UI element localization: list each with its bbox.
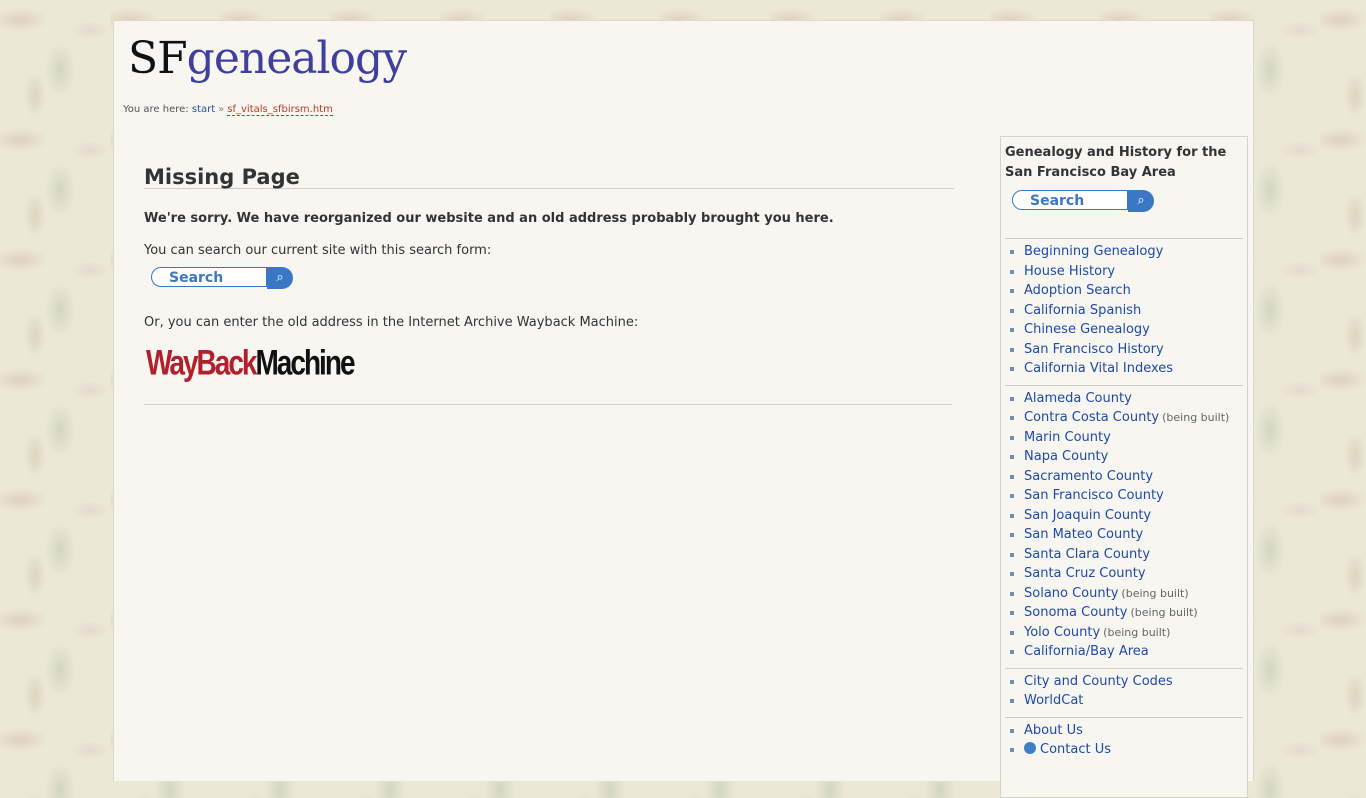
- sidebar-link[interactable]: Beginning Genealogy: [1024, 244, 1163, 259]
- sidebar-link[interactable]: California Vital Indexes: [1024, 361, 1173, 376]
- sidebar-search-button[interactable]: ⌕: [1128, 190, 1154, 212]
- sidebar-link[interactable]: Chinese Genealogy: [1024, 322, 1150, 337]
- sidebar-item: Sonoma County (being built): [1005, 603, 1243, 623]
- magnifier-icon: ⌕: [1137, 193, 1145, 208]
- being-built-note: (being built): [1130, 606, 1198, 619]
- wayback-machine-logo[interactable]: WayBackMachine: [146, 339, 356, 382]
- sidebar-item: California Vital Indexes: [1005, 359, 1243, 379]
- main-search-button[interactable]: ⌕: [267, 267, 293, 289]
- main-search-input[interactable]: Search: [151, 267, 267, 287]
- page-container: SFgenealogy You are here: start» sf_vital…: [113, 20, 1254, 798]
- sidebar-item: Chinese Genealogy: [1005, 320, 1243, 340]
- sidebar-link[interactable]: San Francisco History: [1024, 342, 1164, 357]
- sidebar-about-section: About Us Contact Us: [1005, 716, 1243, 766]
- sidebar-topics-section: Beginning Genealogy House History Adopti…: [1005, 238, 1243, 385]
- sidebar-item: California/Bay Area: [1005, 642, 1243, 662]
- sidebar-link[interactable]: WorldCat: [1024, 693, 1083, 708]
- sidebar-item: Marin County: [1005, 428, 1243, 448]
- sidebar-link[interactable]: Marin County: [1024, 430, 1111, 445]
- sidebar-item: California Spanish: [1005, 301, 1243, 321]
- breadcrumb: You are here: start» sf_vitals_sfbirsm.ht…: [123, 104, 333, 116]
- logo-part-sf: SF: [128, 33, 188, 84]
- sidebar-link[interactable]: Santa Cruz County: [1024, 566, 1146, 581]
- sidebar-link[interactable]: Santa Clara County: [1024, 547, 1150, 562]
- sidebar-item: Yolo County (being built): [1005, 623, 1243, 643]
- sidebar-item: San Mateo County: [1005, 525, 1243, 545]
- sidebar-link[interactable]: City and County Codes: [1024, 674, 1173, 689]
- sidebar-item: Beginning Genealogy: [1005, 242, 1243, 262]
- sidebar-item: Napa County: [1005, 447, 1243, 467]
- sidebar: Genealogy and History for the San Franci…: [1000, 136, 1248, 798]
- contact-icon: [1024, 742, 1036, 754]
- wayback-instruction: Or, you can enter the old address in the…: [144, 315, 639, 330]
- sidebar-link[interactable]: San Joaquin County: [1024, 508, 1151, 523]
- being-built-note: (being built): [1162, 411, 1230, 424]
- breadcrumb-prefix: You are here:: [123, 104, 189, 115]
- sidebar-link[interactable]: House History: [1024, 264, 1115, 279]
- sidebar-link[interactable]: About Us: [1024, 723, 1083, 738]
- sidebar-counties-section: Alameda County Contra Costa County (being…: [1005, 384, 1243, 668]
- being-built-note: (being built): [1121, 586, 1189, 600]
- sidebar-link[interactable]: Contact Us: [1040, 742, 1111, 757]
- sidebar-search-form: Search ⌕: [1012, 190, 1154, 212]
- sidebar-link[interactable]: California Spanish: [1024, 303, 1141, 318]
- sidebar-item: About Us: [1005, 721, 1243, 741]
- breadcrumb-home-link[interactable]: start: [192, 104, 215, 115]
- page-title: Missing Page: [144, 163, 954, 189]
- sidebar-search-input[interactable]: Search: [1012, 190, 1128, 210]
- sidebar-item: San Joaquin County: [1005, 506, 1243, 526]
- sidebar-item: House History: [1005, 262, 1243, 282]
- sidebar-item: Sacramento County: [1005, 467, 1243, 487]
- sidebar-link[interactable]: Solano County: [1024, 586, 1118, 601]
- wayback-logo-part1: WayBack: [146, 343, 257, 382]
- sidebar-item: WorldCat: [1005, 691, 1243, 711]
- sidebar-item: Contact Us: [1005, 740, 1243, 760]
- sidebar-item: Adoption Search: [1005, 281, 1243, 301]
- sidebar-link[interactable]: Yolo County: [1024, 625, 1100, 640]
- sidebar-item: San Francisco County: [1005, 486, 1243, 506]
- breadcrumb-current-link[interactable]: sf_vitals_sfbirsm.htm: [227, 104, 333, 116]
- sorry-message: We're sorry. We have reorganized our web…: [144, 211, 834, 226]
- sidebar-link[interactable]: San Francisco County: [1024, 488, 1164, 503]
- sidebar-item: City and County Codes: [1005, 672, 1243, 692]
- sidebar-item: Santa Clara County: [1005, 545, 1243, 565]
- sidebar-item: Contra Costa County (being built): [1005, 408, 1243, 428]
- sidebar-link[interactable]: San Mateo County: [1024, 527, 1143, 542]
- sidebar-item: Santa Cruz County: [1005, 564, 1243, 584]
- content-divider: [144, 404, 952, 405]
- sidebar-link[interactable]: Sonoma County: [1024, 605, 1127, 620]
- main-content: Missing Page We're sorry. We have reorga…: [144, 163, 954, 382]
- sidebar-heading: Genealogy and History for the San Franci…: [1005, 145, 1227, 180]
- sidebar-link[interactable]: Adoption Search: [1024, 283, 1131, 298]
- magnifier-icon: ⌕: [276, 270, 284, 285]
- sidebar-link[interactable]: Sacramento County: [1024, 469, 1153, 484]
- logo-part-genealogy: genealogy: [186, 33, 407, 84]
- main-search-form: Search ⌕: [151, 267, 293, 289]
- sidebar-resources-section: City and County Codes WorldCat: [1005, 667, 1243, 717]
- sidebar-link[interactable]: California/Bay Area: [1024, 644, 1149, 659]
- being-built-note: (being built): [1103, 625, 1171, 639]
- sidebar-item: San Francisco History: [1005, 340, 1243, 360]
- sidebar-item: Alameda County: [1005, 389, 1243, 409]
- sidebar-item: Solano County (being built): [1005, 584, 1243, 604]
- wayback-logo-part2: Machine: [255, 343, 355, 382]
- sidebar-link[interactable]: Alameda County: [1024, 391, 1132, 406]
- search-instruction: You can search our current site with thi…: [144, 243, 492, 258]
- sidebar-link[interactable]: Napa County: [1024, 449, 1108, 464]
- breadcrumb-separator: »: [218, 104, 225, 115]
- sidebar-link[interactable]: Contra Costa County: [1024, 410, 1159, 425]
- site-logo[interactable]: SFgenealogy: [128, 33, 407, 84]
